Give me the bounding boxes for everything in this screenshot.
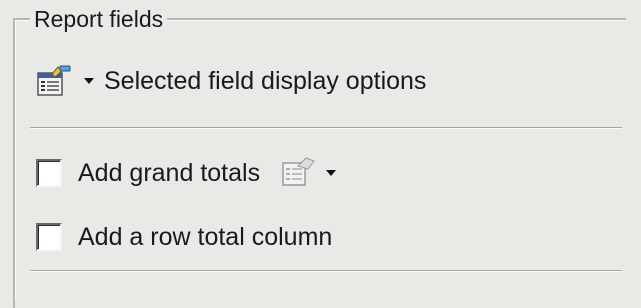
display-options-label: Selected field display options bbox=[104, 67, 427, 95]
groupbox-title: Report fields bbox=[30, 6, 168, 32]
grand-totals-label: Add grand totals bbox=[78, 159, 261, 187]
totals-dropdown-arrow-icon[interactable] bbox=[326, 170, 337, 176]
display-options-row[interactable]: Selected field display options bbox=[36, 58, 426, 104]
separator-bottom bbox=[30, 270, 622, 272]
separator bbox=[30, 127, 622, 129]
display-options-dropdown-arrow-icon[interactable] bbox=[84, 78, 94, 84]
grand-totals-row[interactable]: Add grand totals bbox=[36, 150, 346, 196]
field-properties-icon[interactable] bbox=[36, 64, 74, 98]
row-total-checkbox[interactable] bbox=[36, 223, 62, 251]
row-total-row[interactable]: Add a row total column bbox=[36, 214, 332, 260]
grand-totals-checkbox[interactable] bbox=[36, 159, 62, 187]
totals-options-icon[interactable] bbox=[280, 155, 320, 191]
row-total-label: Add a row total column bbox=[78, 223, 333, 251]
